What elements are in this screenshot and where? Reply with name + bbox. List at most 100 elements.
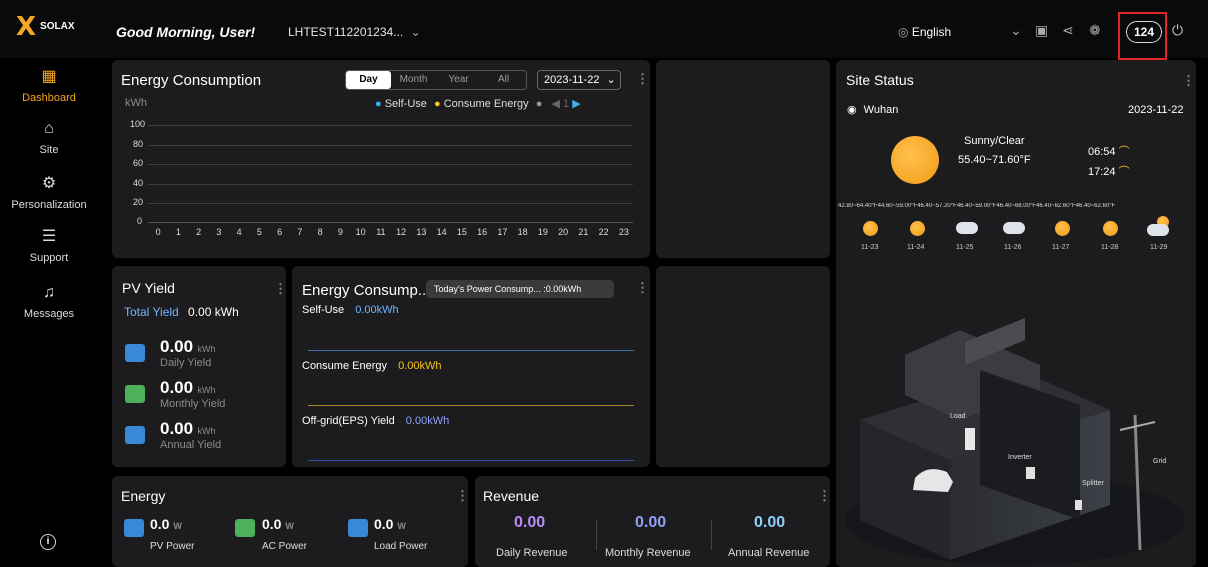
chart-legend: ● Self-Use ● Consume Energy ● ◀ 1 ▶ xyxy=(375,97,581,110)
daily-yield-label: Daily Yield xyxy=(160,357,212,369)
daily-yield-value: 0.00 xyxy=(160,337,194,356)
more-options-icon[interactable]: ⋮ xyxy=(636,280,649,296)
sidebar-item-label: Dashboard xyxy=(22,92,76,104)
more-options-icon[interactable]: ⋮ xyxy=(636,71,649,87)
monthly-revenue-value: 0.00 xyxy=(635,514,667,531)
sun-icon xyxy=(910,221,925,236)
period-tabs: Day Month Year All xyxy=(345,70,527,90)
sunset-time: 17:24 xyxy=(1088,166,1116,178)
forecast-date: 11-26 xyxy=(1004,244,1022,251)
more-options-icon[interactable]: ⋮ xyxy=(456,488,469,504)
more-options-icon[interactable]: ⋮ xyxy=(818,488,831,504)
sidebar-item-messages[interactable]: ♫ Messages xyxy=(0,284,98,320)
annual-yield-icon xyxy=(125,426,145,444)
date-value: 2023-11-22 xyxy=(544,74,600,86)
forecast-date: 11-24 xyxy=(907,244,925,251)
language-selector[interactable]: ◎ English xyxy=(898,25,951,39)
chevron-down-icon: ⌄ xyxy=(410,25,421,39)
more-options-icon[interactable]: ⋮ xyxy=(1182,73,1195,89)
total-yield-value: 0.00 kWh xyxy=(188,305,239,319)
weather-condition: Sunny/Clear xyxy=(964,135,1025,147)
monthly-revenue-label: Monthly Revenue xyxy=(605,547,691,559)
diagram-label-splitter: Splitter xyxy=(1082,480,1104,487)
x-tick-label: 11 xyxy=(376,227,386,237)
screen-icon[interactable]: ▣ xyxy=(1035,22,1048,39)
total-yield-label: Total Yield xyxy=(124,305,179,319)
monthly-yield: 0.00 kWh Monthly Yield xyxy=(160,378,225,410)
home-icon: ⌂ xyxy=(44,120,54,137)
progress-line-consume xyxy=(308,405,634,406)
x-tick-label: 7 xyxy=(297,227,303,237)
more-options-icon[interactable]: ⋮ xyxy=(274,281,287,297)
diagram-label-load: Load xyxy=(950,413,966,420)
chevron-down-icon[interactable]: ⌄ xyxy=(1010,22,1022,39)
row-label: Off-grid(EPS) Yield xyxy=(302,415,395,427)
tab-day[interactable]: Day xyxy=(346,71,391,89)
x-tick-label: 22 xyxy=(598,227,609,237)
y-axis-unit: kWh xyxy=(125,97,147,109)
pv-power-label: PV Power xyxy=(150,541,195,552)
pv-power-unit: W xyxy=(173,521,182,531)
x-tick-label: 5 xyxy=(256,227,262,237)
location-name: Wuhan xyxy=(863,104,899,116)
daily-yield-unit: kWh xyxy=(197,344,216,354)
share-icon[interactable]: ⋖ xyxy=(1062,22,1074,39)
sunrise: 06:54 ⌒ xyxy=(1088,143,1130,159)
energy-breakdown-title: Energy Consump... xyxy=(302,282,431,299)
annual-revenue-label: Annual Revenue xyxy=(728,547,810,559)
cloud-icon xyxy=(956,222,978,234)
sun-icon xyxy=(1055,221,1070,236)
forecast-temp: 46.40~57.20°F xyxy=(917,203,957,209)
progress-line-self-use xyxy=(308,350,634,351)
sunset: 17:24 ⌒ xyxy=(1088,163,1130,179)
pv-power-number: 0.0 xyxy=(150,516,170,532)
tab-all[interactable]: All xyxy=(481,71,526,89)
row-value: 0.00kWh xyxy=(405,415,450,427)
bell-icon: ♫ xyxy=(43,284,55,301)
breakdown-row-consume: Consume Energy 0.00kWh xyxy=(302,360,441,372)
forecast-date: 11-27 xyxy=(1052,244,1070,251)
row-label: Self-Use xyxy=(302,304,345,316)
forecast-temp: 46.40~59.00°F xyxy=(956,203,997,209)
plant-selector[interactable]: LHTEST112201234... ⌄ xyxy=(288,25,421,39)
breakdown-row-eps: Off-grid(EPS) Yield 0.00kWh xyxy=(302,415,449,427)
date-picker[interactable]: 2023-11-22 ⌄ xyxy=(537,70,621,90)
daily-yield: 0.00 kWh Daily Yield xyxy=(160,337,216,369)
legend-prev-icon[interactable]: ◀ xyxy=(551,98,559,110)
x-tick-label: 6 xyxy=(277,227,283,237)
forecast-temp: 44.60~59.00°F xyxy=(877,203,918,209)
row-label: Consume Energy xyxy=(302,360,387,372)
legend-next-icon[interactable]: ▶ xyxy=(572,98,580,110)
x-tick-label: 17 xyxy=(497,227,508,237)
annual-yield-value: 0.00 xyxy=(160,419,194,438)
ac-power-label: AC Power xyxy=(262,541,308,552)
info-icon[interactable]: i xyxy=(40,534,56,550)
settings-icon: ⚙ xyxy=(41,175,57,192)
annual-yield-label: Annual Yield xyxy=(160,439,222,451)
house-energy-diagram: Load Inverter Splitter Grid xyxy=(845,318,1185,565)
sun-icon xyxy=(863,221,878,236)
ac-power-value: 0.0 W xyxy=(262,516,294,532)
sidebar-item-support[interactable]: ☰ Support xyxy=(0,226,98,264)
x-tick-label: 1 xyxy=(175,227,181,237)
daily-yield-icon xyxy=(125,344,145,362)
sidebar-item-label: Personalization xyxy=(11,199,87,211)
pv-power-icon xyxy=(124,519,144,537)
tab-year[interactable]: Year xyxy=(436,71,481,89)
sidebar-item-personalization[interactable]: ⚙ Personalization xyxy=(0,173,98,211)
energy-consumption-title: Energy Consumption xyxy=(121,72,262,89)
palette-icon[interactable]: ❁ xyxy=(1089,22,1101,39)
tab-month[interactable]: Month xyxy=(391,71,436,89)
annual-yield: 0.00 kWh Annual Yield xyxy=(160,419,221,451)
x-tick-label: 3 xyxy=(216,227,222,237)
sidebar-item-dashboard[interactable]: ▦ Dashboard xyxy=(0,66,98,104)
sunset-icon: ⌒ xyxy=(1118,166,1130,178)
monthly-yield-value: 0.00 xyxy=(160,378,194,397)
annual-revenue-value: 0.00 xyxy=(754,514,786,531)
ac-power-number: 0.0 xyxy=(262,516,282,532)
x-tick-label: 23 xyxy=(618,227,629,237)
power-icon[interactable]: ⏻ xyxy=(1172,22,1183,39)
sidebar-item-site[interactable]: ⌂ Site xyxy=(0,120,98,156)
sun-icon xyxy=(891,136,939,184)
row-value: 0.00kWh xyxy=(355,304,399,316)
